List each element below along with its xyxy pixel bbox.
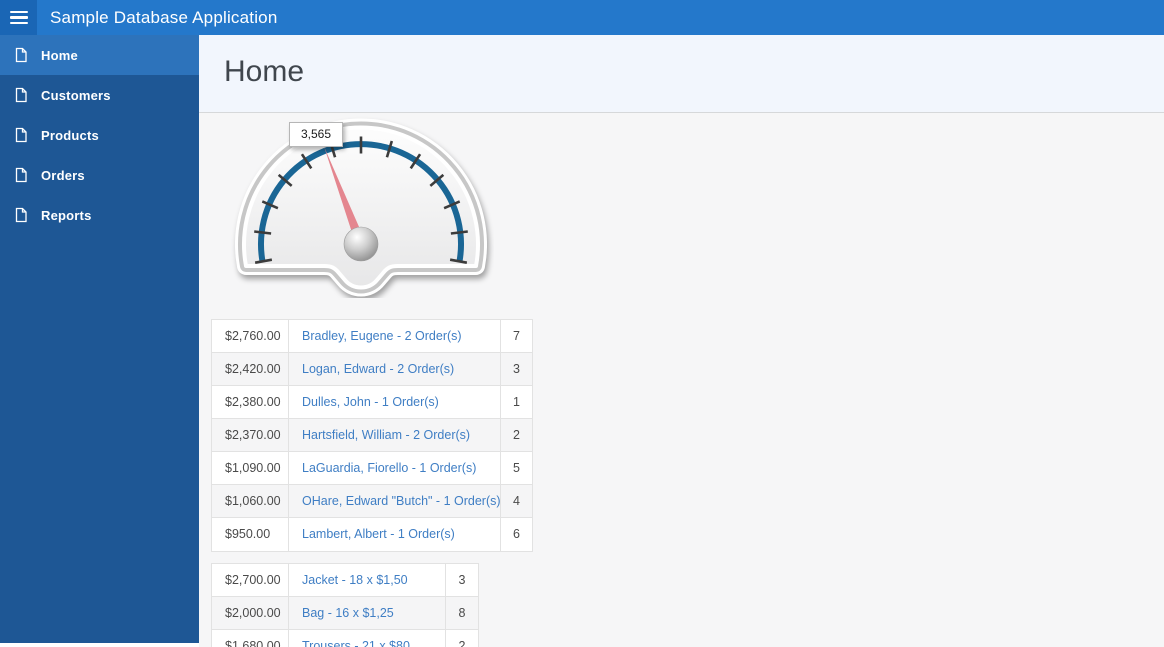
document-icon <box>15 127 27 143</box>
count-cell: 7 <box>513 329 520 343</box>
count-cell: 4 <box>513 494 520 508</box>
amount-cell: $2,760.00 <box>212 320 289 352</box>
sidebar-item-label: Home <box>41 47 78 63</box>
app-title: Sample Database Application <box>50 8 278 27</box>
order-link[interactable]: Bag - 16 x $1,25 <box>289 597 446 629</box>
count-cell: 2 <box>458 639 466 647</box>
amount-cell: $2,000.00 <box>212 597 289 629</box>
sidebar-item-home[interactable]: Home <box>0 35 199 75</box>
table-row: $1,680.00 Trousers - 21 x $80 2 <box>212 630 478 647</box>
order-link[interactable]: Jacket - 18 x $1,50 <box>289 564 446 596</box>
table-row: $2,370.00 Hartsfield, William - 2 Order(s… <box>212 419 532 452</box>
page-header: Home <box>199 35 1164 113</box>
document-icon <box>15 87 27 103</box>
order-link[interactable]: Lambert, Albert - 1 Order(s) <box>289 518 501 551</box>
sidebar-item-label: Reports <box>41 207 92 223</box>
table-row: $2,700.00 Jacket - 18 x $1,50 3 <box>212 564 478 597</box>
amount-cell: $2,700.00 <box>212 564 289 596</box>
menu-button[interactable] <box>0 0 37 35</box>
sidebar-item-label: Orders <box>41 167 85 183</box>
amount-cell: $2,380.00 <box>212 386 289 418</box>
count-cell: 3 <box>513 362 520 376</box>
sales-gauge <box>235 118 487 297</box>
amount-cell: $1,060.00 <box>212 485 289 517</box>
document-icon <box>15 167 27 183</box>
count-cell: 5 <box>513 461 520 475</box>
document-icon <box>15 47 27 63</box>
gauge-knob <box>343 226 379 262</box>
count-cell: 6 <box>513 527 520 541</box>
order-link[interactable]: Dulles, John - 1 Order(s) <box>289 386 501 418</box>
order-link[interactable]: LaGuardia, Fiorello - 1 Order(s) <box>289 452 501 484</box>
order-link[interactable]: Trousers - 21 x $80 <box>289 630 446 647</box>
gauge-value-tooltip: 3,565 <box>289 122 343 147</box>
sidebar: Home Customers Products Orders Reports <box>0 35 199 643</box>
table-row: $2,380.00 Dulles, John - 1 Order(s) 1 <box>212 386 532 419</box>
table-row: $2,760.00 Bradley, Eugene - 2 Order(s) 7 <box>212 320 532 353</box>
order-link[interactable]: Bradley, Eugene - 2 Order(s) <box>289 320 501 352</box>
amount-cell: $1,680.00 <box>212 630 289 647</box>
sidebar-item-products[interactable]: Products <box>0 115 199 155</box>
page-title: Home <box>224 55 305 88</box>
sidebar-item-label: Products <box>41 127 99 143</box>
table-row: $2,000.00 Bag - 16 x $1,25 8 <box>212 597 478 630</box>
table-row: $2,420.00 Logan, Edward - 2 Order(s) 3 <box>212 353 532 386</box>
count-cell: 2 <box>513 428 520 442</box>
sidebar-item-customers[interactable]: Customers <box>0 75 199 115</box>
table-row: $1,090.00 LaGuardia, Fiorello - 1 Order(s… <box>212 452 532 485</box>
sidebar-item-orders[interactable]: Orders <box>0 155 199 195</box>
sidebar-item-reports[interactable]: Reports <box>0 195 199 235</box>
sidebar-item-label: Customers <box>41 87 111 103</box>
table-row: $950.00 Lambert, Albert - 1 Order(s) 6 <box>212 518 532 551</box>
count-cell: 1 <box>513 395 520 409</box>
count-cell: 8 <box>458 606 466 620</box>
table-row: $1,060.00 OHare, Edward "Butch" - 1 Order… <box>212 485 532 518</box>
order-link[interactable]: Logan, Edward - 2 Order(s) <box>289 353 501 385</box>
app-header: Sample Database Application <box>0 0 1164 35</box>
order-link[interactable]: Hartsfield, William - 2 Order(s) <box>289 419 501 451</box>
amount-cell: $2,420.00 <box>212 353 289 385</box>
top-products-table: $2,700.00 Jacket - 18 x $1,50 3 $2,000.00 Ba… <box>211 563 479 647</box>
amount-cell: $1,090.00 <box>212 452 289 484</box>
top-customers-table: $2,760.00 Bradley, Eugene - 2 Order(s) 7 $2… <box>211 319 533 552</box>
amount-cell: $950.00 <box>212 518 289 551</box>
app-window: Sample Database Application Home Custome… <box>0 0 1164 647</box>
document-icon <box>15 207 27 223</box>
main-content: Home 3,565 $2,760.00 Bradley, Eugene - 2… <box>199 35 1164 647</box>
order-link[interactable]: OHare, Edward "Butch" - 1 Order(s) <box>289 485 501 517</box>
amount-cell: $2,370.00 <box>212 419 289 451</box>
count-cell: 3 <box>458 573 466 587</box>
